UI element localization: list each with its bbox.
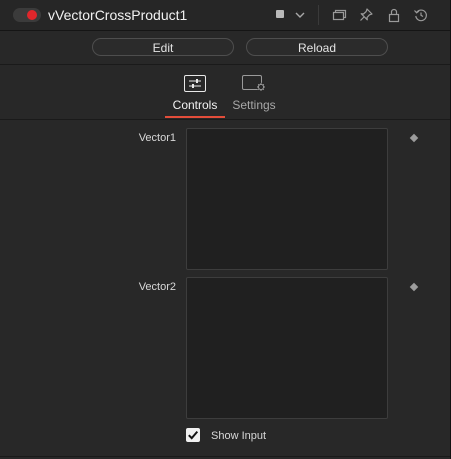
bottom-divider <box>0 456 450 457</box>
vector1-label: Vector1 <box>138 132 176 144</box>
edit-button[interactable]: Edit <box>92 38 234 56</box>
chevron-down-icon[interactable] <box>291 6 309 24</box>
versions-icon[interactable] <box>330 6 348 24</box>
tab-settings[interactable]: Settings <box>227 65 281 119</box>
node-header: vVectorCrossProduct1 <box>0 0 450 31</box>
sliders-icon <box>184 75 206 92</box>
tab-controls-label: Controls <box>172 98 218 112</box>
vector2-label: Vector2 <box>138 281 176 293</box>
checkmark-icon <box>188 430 199 440</box>
tab-settings-label: Settings <box>232 98 276 112</box>
inspector-tabs: Controls Settings <box>0 65 450 120</box>
vector1-input[interactable] <box>186 128 388 270</box>
header-divider <box>318 5 319 25</box>
pin-icon[interactable] <box>357 6 375 24</box>
tab-controls[interactable]: Controls <box>163 65 227 119</box>
color-swatch[interactable] <box>276 10 284 18</box>
inspector-panel: vVectorCrossProduct1 Edit Reload Control… <box>0 0 451 459</box>
settings-gear-icon <box>242 75 266 92</box>
script-buttons-row: Edit Reload <box>0 31 450 65</box>
node-enable-toggle[interactable] <box>13 8 41 22</box>
show-input-checkbox[interactable] <box>186 428 200 442</box>
toggle-indicator <box>27 10 37 20</box>
active-tab-indicator <box>165 116 225 118</box>
reset-icon[interactable] <box>412 6 430 24</box>
node-title[interactable]: vVectorCrossProduct1 <box>48 6 187 24</box>
vector2-input[interactable] <box>186 277 388 419</box>
lock-icon[interactable] <box>385 6 403 24</box>
reload-button[interactable]: Reload <box>246 38 388 56</box>
show-input-label[interactable]: Show Input <box>211 429 266 443</box>
